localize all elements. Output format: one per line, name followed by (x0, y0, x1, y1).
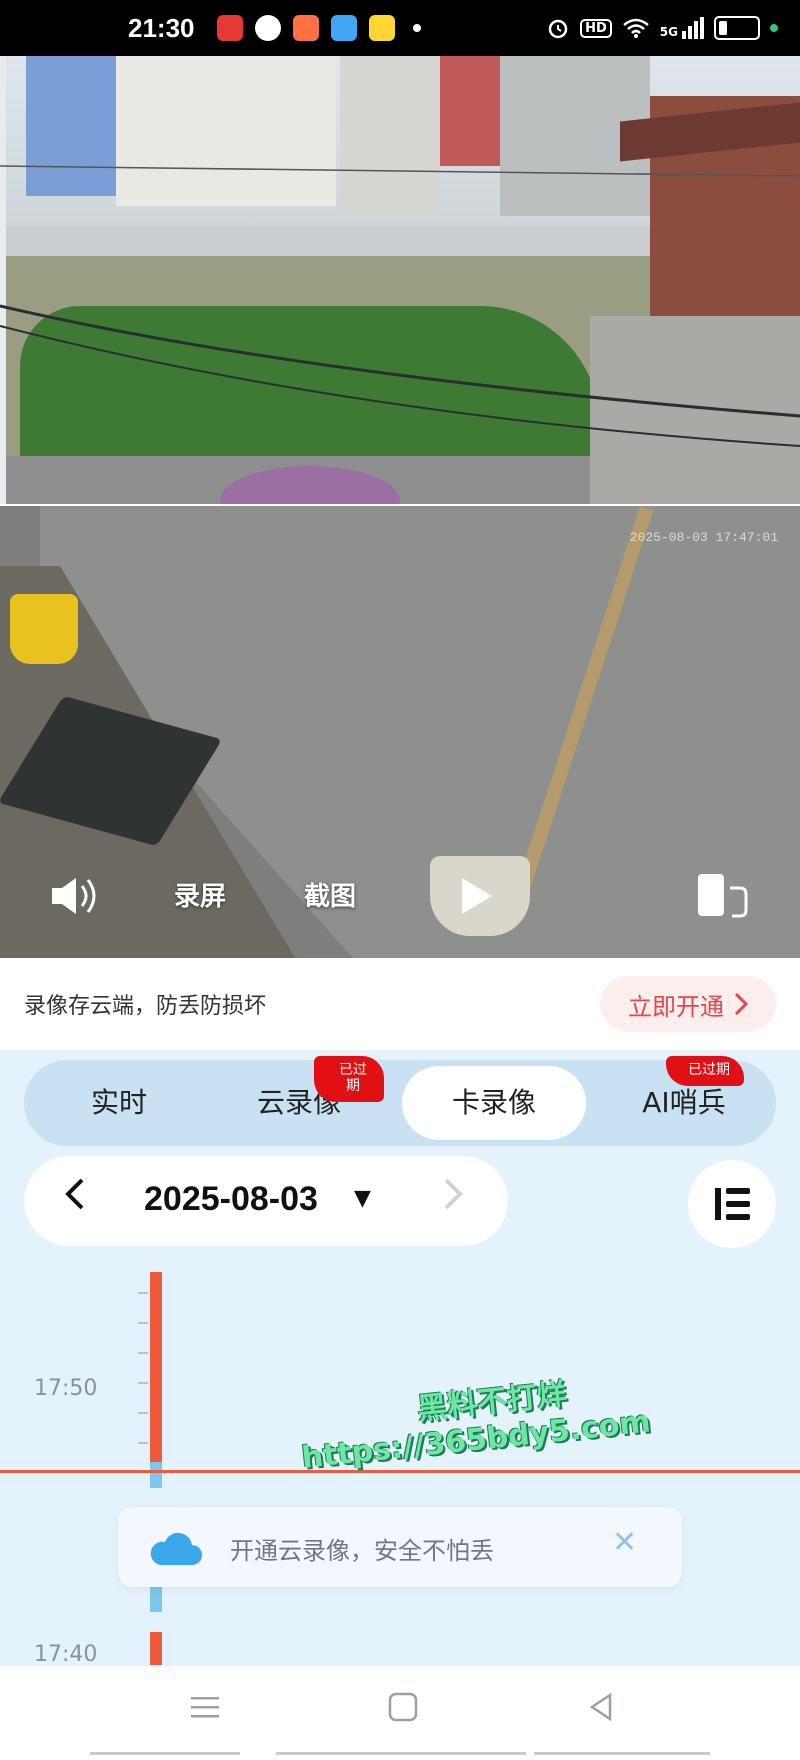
cam1-wires (0, 165, 800, 447)
next-day-button[interactable] (442, 1176, 464, 1221)
back-triangle-icon (589, 1692, 612, 1722)
tab-ai-sentinel-label: AI哨兵 (642, 1086, 726, 1119)
screenshot-button[interactable]: 截图 (304, 876, 356, 913)
selected-date[interactable]: 2025-08-03 (144, 1180, 318, 1219)
record-screen-button[interactable]: 录屏 (174, 876, 226, 913)
timeline-playhead[interactable] (0, 1470, 800, 1473)
back-nav-button[interactable] (584, 1690, 618, 1728)
tab-ai-sentinel[interactable]: AI哨兵 已过期 (604, 1056, 764, 1146)
alarm-icon (548, 19, 568, 39)
cam2-bucket (10, 594, 78, 664)
cloud-recording-toast: 开通云录像，安全不怕丢 ✕ (118, 1507, 682, 1587)
camera-feed-2[interactable]: 2025-08-03 17:47:01 录屏 截图 (0, 506, 800, 958)
expired-badge: 已过期 (314, 1056, 384, 1102)
timeline-tick (138, 1382, 148, 1384)
speaker-icon[interactable] (48, 874, 102, 922)
close-icon[interactable]: ✕ (612, 1525, 637, 1560)
menu-nav-button[interactable] (188, 1690, 222, 1728)
timeline-recorded-segment (150, 1272, 162, 1462)
home-nav-button[interactable] (386, 1690, 420, 1728)
status-bar: 21:30 HD 5G (0, 0, 800, 56)
play-icon[interactable] (456, 874, 496, 922)
blue-app-icon (330, 15, 357, 41)
toast-text: 开通云录像，安全不怕丢 (230, 1537, 494, 1565)
timeline-tick (138, 1442, 148, 1444)
cloud-promo-bar: 录像存云端，防丢防损坏 立即开通 (0, 958, 800, 1050)
yellow-app-icon (368, 15, 395, 41)
timeline-tick (138, 1322, 148, 1324)
bottom-divider (90, 1752, 240, 1755)
signal-icon: 5G (660, 17, 704, 39)
playback-panel: 实时 云录像 已过期 卡录像 AI哨兵 已过期 2025-08-03 ▼ 17:… (0, 1050, 800, 1665)
chevron-left-icon (65, 1178, 84, 1210)
tab-cloud-recording[interactable]: 云录像 已过期 (214, 1056, 384, 1146)
timeline-tick (138, 1412, 148, 1414)
cloud-icon (150, 1532, 202, 1565)
status-right: HD 5G (546, 16, 778, 40)
more-notifications-dot (412, 24, 421, 32)
rotate-screen-icon[interactable] (694, 870, 750, 926)
hd-icon: HD (580, 18, 612, 38)
timeline-track[interactable] (150, 1272, 162, 1665)
tab-live-label: 实时 (90, 1086, 147, 1119)
system-nav-bar (0, 1665, 800, 1760)
recording-list-button[interactable] (688, 1160, 776, 1248)
expired-badge: 已过期 (666, 1056, 744, 1086)
tab-card-recording[interactable]: 卡录像 (402, 1066, 586, 1140)
orange-app-icon (292, 15, 319, 41)
privacy-indicator-dot (770, 24, 778, 32)
timeline-label-1740: 17:40 (34, 1642, 98, 1665)
home-square-icon (388, 1692, 418, 1722)
playback-tabs: 实时 云录像 已过期 卡录像 AI哨兵 已过期 (24, 1056, 776, 1146)
date-dropdown-caret[interactable]: ▼ (354, 1186, 371, 1211)
camera-timestamp: 2025-08-03 17:47:01 (629, 530, 778, 545)
timeline-tick (138, 1352, 148, 1354)
activate-now-label: 立即开通 (628, 992, 724, 1021)
timeline-recorded-segment (150, 1462, 162, 1488)
tab-live[interactable]: 实时 (44, 1060, 194, 1146)
signal-label: 5G (659, 25, 678, 39)
chevron-right-icon (444, 1178, 463, 1210)
status-time: 21:30 (128, 12, 195, 43)
video-app-icon (216, 15, 243, 41)
camera-controls: 录屏 截图 (0, 862, 800, 932)
list-icon (715, 1188, 750, 1220)
promo-text: 录像存云端，防丢防损坏 (24, 994, 267, 1019)
chevron-right-icon (734, 992, 748, 1016)
date-selector: 2025-08-03 ▼ (24, 1156, 508, 1246)
activate-now-button[interactable]: 立即开通 (600, 976, 776, 1032)
menu-icon (191, 1697, 219, 1718)
bottom-divider (276, 1752, 526, 1755)
timeline-label-1750: 17:50 (34, 1376, 98, 1401)
bottom-divider (534, 1752, 710, 1755)
timeline-recorded-segment (150, 1632, 162, 1665)
wifi-icon (622, 18, 649, 38)
tab-card-recording-label: 卡录像 (451, 1086, 536, 1119)
battery-icon (714, 16, 760, 40)
timeline-tick (138, 1292, 148, 1294)
previous-day-button[interactable] (64, 1176, 86, 1221)
camera-feed-1[interactable] (0, 56, 800, 504)
penguin-app-icon (254, 15, 281, 41)
